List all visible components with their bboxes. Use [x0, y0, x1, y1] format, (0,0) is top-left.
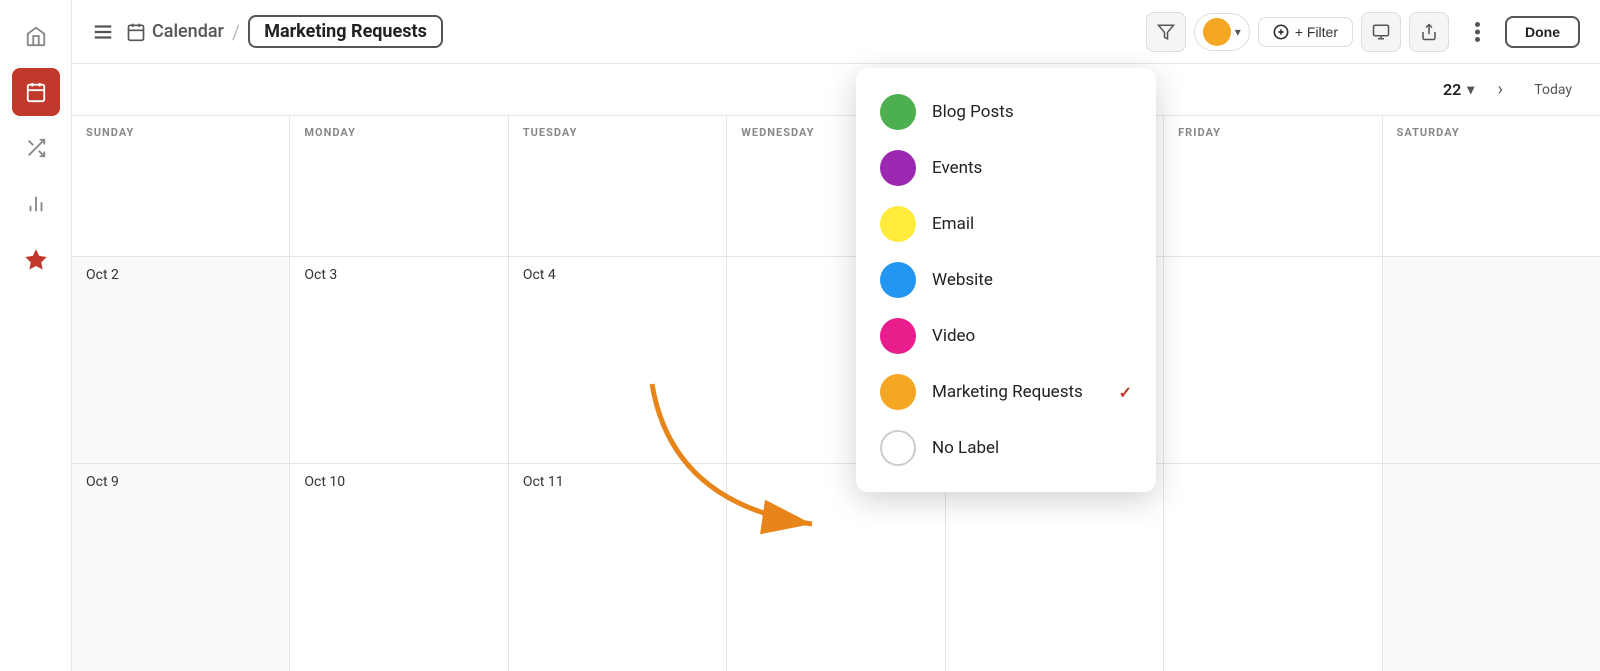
- cal-cell-oct12[interactable]: [727, 464, 944, 671]
- breadcrumb-separator: /: [232, 20, 240, 44]
- cal-cell-oct4[interactable]: Oct 4: [509, 257, 726, 464]
- filter-label: + Filter: [1295, 24, 1338, 40]
- marketing-requests-color-dot: [880, 374, 916, 410]
- day-header-saturday: SATURDAY: [1383, 116, 1600, 256]
- video-color-dot: [880, 318, 916, 354]
- no-label-label: No Label: [932, 438, 1132, 458]
- chevron-down-icon: ▾: [1235, 25, 1241, 39]
- main-content: Calendar / Marketing Requests ▾: [72, 0, 1600, 671]
- add-filter-button[interactable]: + Filter: [1258, 17, 1353, 47]
- day-header-monday: MONDAY: [290, 116, 507, 256]
- share-button[interactable]: [1409, 12, 1449, 52]
- check-icon: ✓: [1119, 383, 1132, 402]
- day-header-tuesday: TUESDAY: [509, 116, 726, 256]
- selected-color-dot: [1203, 18, 1231, 46]
- cal-cell-oct9[interactable]: Oct 9: [72, 464, 289, 671]
- sidebar-item-calendar[interactable]: [12, 68, 60, 116]
- color-picker-button[interactable]: ▾: [1194, 13, 1250, 51]
- sidebar-item-shuffle[interactable]: [12, 124, 60, 172]
- date-label: Oct 3: [304, 267, 337, 283]
- cal-cell-oct15[interactable]: [1383, 464, 1600, 671]
- cal-cell-oct10[interactable]: Oct 10: [290, 464, 507, 671]
- website-label: Website: [932, 270, 1132, 290]
- date-label: Oct 11: [523, 474, 564, 490]
- topbar-actions: ▾ + Filter: [1146, 12, 1580, 52]
- sidebar: [0, 0, 72, 671]
- date-label: Oct 2: [86, 267, 119, 283]
- day-header-sunday: SUNDAY: [72, 116, 289, 256]
- events-label: Events: [932, 158, 1132, 178]
- website-color-dot: [880, 262, 916, 298]
- done-button[interactable]: Done: [1505, 16, 1580, 48]
- color-filter-dropdown: Blog Posts Events Email Website Video Ma…: [856, 68, 1156, 492]
- month-year-label: 22: [1443, 80, 1461, 99]
- filter-funnel-button[interactable]: [1146, 12, 1186, 52]
- menu-icon[interactable]: [92, 21, 114, 43]
- next-month-button[interactable]: ›: [1484, 74, 1516, 106]
- display-button[interactable]: [1361, 12, 1401, 52]
- blog-posts-label: Blog Posts: [932, 102, 1132, 122]
- breadcrumb-current-label[interactable]: Marketing Requests: [248, 15, 443, 48]
- date-label: Oct 4: [523, 267, 556, 283]
- marketing-requests-label: Marketing Requests: [932, 382, 1103, 402]
- email-label: Email: [932, 214, 1132, 234]
- breadcrumb: Calendar / Marketing Requests: [126, 15, 443, 48]
- date-label: Oct 9: [86, 474, 119, 490]
- calendar-nav: 22 ▾ › Today: [72, 64, 1600, 116]
- date-label: Oct 10: [304, 474, 345, 490]
- day-header-friday: FRIDAY: [1164, 116, 1381, 256]
- sidebar-item-chart[interactable]: [12, 180, 60, 228]
- no-label-color-dot: [880, 430, 916, 466]
- today-button[interactable]: Today: [1526, 78, 1580, 102]
- cal-cell-oct2[interactable]: Oct 2: [72, 257, 289, 464]
- breadcrumb-parent-label: Calendar: [152, 21, 224, 42]
- video-label: Video: [932, 326, 1132, 346]
- cal-cell-oct11[interactable]: Oct 11: [509, 464, 726, 671]
- calendar-grid: SUNDAY MONDAY TUESDAY WEDNESDAY THURSDAY…: [72, 116, 1600, 671]
- more-options-button[interactable]: [1457, 12, 1497, 52]
- dropdown-item-blog-posts[interactable]: Blog Posts: [856, 84, 1156, 140]
- sidebar-item-star[interactable]: [12, 236, 60, 284]
- month-chevron-icon: ▾: [1467, 82, 1474, 98]
- events-color-dot: [880, 150, 916, 186]
- blog-posts-color-dot: [880, 94, 916, 130]
- topbar: Calendar / Marketing Requests ▾: [72, 0, 1600, 64]
- cal-cell-oct8[interactable]: [1383, 257, 1600, 464]
- sidebar-item-home[interactable]: [12, 12, 60, 60]
- dropdown-item-no-label[interactable]: No Label: [856, 420, 1156, 476]
- dropdown-item-video[interactable]: Video: [856, 308, 1156, 364]
- cal-cell-oct3[interactable]: Oct 3: [290, 257, 507, 464]
- cal-cell-oct7[interactable]: [1164, 257, 1381, 464]
- dropdown-item-marketing-requests[interactable]: Marketing Requests ✓: [856, 364, 1156, 420]
- dropdown-item-events[interactable]: Events: [856, 140, 1156, 196]
- dropdown-item-website[interactable]: Website: [856, 252, 1156, 308]
- calendar-area: 22 ▾ › Today SUNDAY MONDAY TUESDAY WEDNE…: [72, 64, 1600, 671]
- cal-cell-oct13[interactable]: Oct 13: [946, 464, 1163, 671]
- cal-cell-oct14[interactable]: [1164, 464, 1381, 671]
- breadcrumb-parent[interactable]: Calendar: [126, 21, 224, 42]
- month-year-button[interactable]: 22 ▾: [1443, 80, 1474, 99]
- dropdown-item-email[interactable]: Email: [856, 196, 1156, 252]
- email-color-dot: [880, 206, 916, 242]
